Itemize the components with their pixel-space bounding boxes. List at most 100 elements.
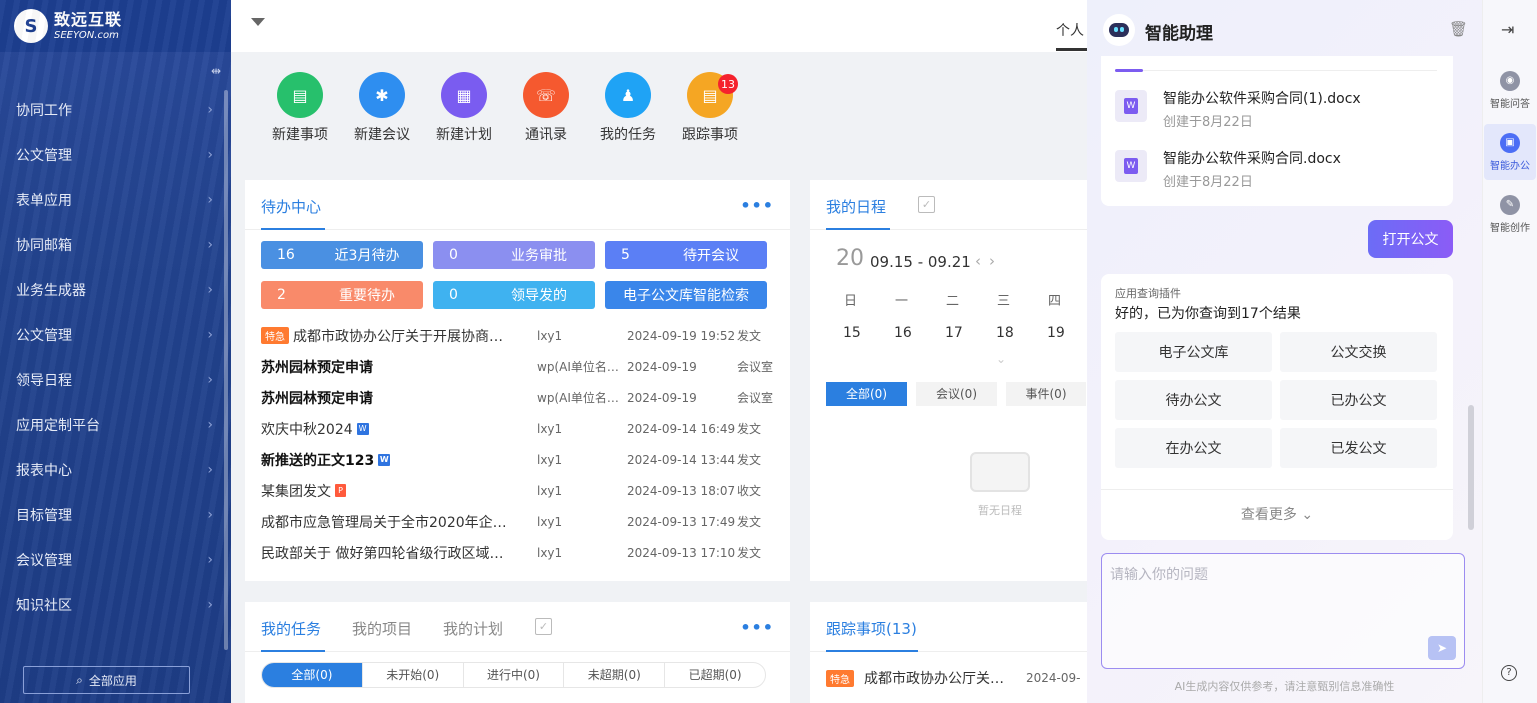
expand-chevron-icon[interactable]: ⌄ bbox=[996, 352, 1006, 366]
assistant-scrollbar[interactable] bbox=[1468, 405, 1474, 530]
todo-title[interactable]: 待办中心 bbox=[261, 196, 321, 217]
sidebar-item[interactable]: 公文管理 › bbox=[0, 313, 231, 357]
todo-row-author: wp(AI单位名… bbox=[537, 360, 619, 374]
todo-row[interactable]: 特急 成都市政协办公厅关于开展协商… lxy1 2024-09-19 19:52 发文 bbox=[261, 320, 781, 351]
task-filter[interactable]: 进行中(0) bbox=[462, 663, 564, 687]
schedule-filter[interactable]: 事件(0) bbox=[1006, 382, 1086, 406]
todo-row-title-cell: 苏州园林预定申请 bbox=[261, 357, 537, 377]
todo-filter-pill[interactable]: 0 业务审批 bbox=[433, 241, 595, 269]
task-filter[interactable]: 未开始(0) bbox=[361, 663, 463, 687]
sidebar-item[interactable]: 领导日程 › bbox=[0, 358, 231, 402]
rail-item[interactable]: ▣ 智能办公 bbox=[1484, 124, 1536, 180]
doc-name: 智能办公软件采购合同.docx bbox=[1163, 151, 1341, 167]
quick-action[interactable]: ▤ 跟踪事项 13 bbox=[670, 72, 750, 144]
send-icon[interactable]: ➤ bbox=[1428, 636, 1456, 660]
calendar-date[interactable]: 16 bbox=[894, 325, 912, 341]
tracking-row[interactable]: 特急 成都市政协办公厅关… 2024-09- bbox=[826, 668, 1080, 688]
quick-action[interactable]: ☏ 通讯录 bbox=[506, 72, 586, 144]
schedule-range: 09.15 - 09.21 bbox=[870, 253, 971, 271]
todo-row[interactable]: 新推送的正文123 Wlxy1 2024-09-14 13:44 发文 bbox=[261, 444, 781, 475]
app-option-button[interactable]: 已发公文 bbox=[1280, 428, 1437, 468]
question-input[interactable]: 请输入你的问题 ➤ bbox=[1101, 553, 1465, 669]
sidebar-item[interactable]: 表单应用 › bbox=[0, 178, 231, 222]
task-tab[interactable]: 我的计划 bbox=[443, 618, 503, 639]
quick-action[interactable]: ♟ 我的任务 bbox=[588, 72, 668, 144]
collapse-sidebar-icon[interactable]: ⇹ bbox=[211, 64, 221, 78]
task-filter[interactable]: 全部(0) bbox=[262, 663, 362, 687]
todo-row-author: lxy1 bbox=[537, 328, 563, 343]
app-option-button[interactable]: 已办公文 bbox=[1280, 380, 1437, 420]
sidebar-item[interactable]: 应用定制平台 › bbox=[0, 403, 231, 447]
calendar-date[interactable]: 17 bbox=[945, 325, 963, 341]
sidebar-item[interactable]: 目标管理 › bbox=[0, 493, 231, 537]
all-apps-button[interactable]: ⌕ 全部应用 bbox=[23, 666, 190, 694]
sidebar-item[interactable]: 知识社区 › bbox=[0, 583, 231, 627]
schedule-filter[interactable]: 全部(0) bbox=[826, 382, 907, 406]
todo-row-author: lxy1 bbox=[537, 514, 563, 529]
schedule-filter[interactable]: 会议(0) bbox=[916, 382, 997, 406]
app-option-button[interactable]: 在办公文 bbox=[1115, 428, 1272, 468]
sidebar-item[interactable]: 协同邮箱 › bbox=[0, 223, 231, 267]
next-week-icon[interactable]: › bbox=[989, 252, 995, 270]
more-icon[interactable]: ••• bbox=[740, 196, 774, 215]
todo-filter-pill[interactable]: 0 领导发的 bbox=[433, 281, 595, 309]
sidebar-item-label: 报表中心 bbox=[16, 463, 72, 479]
app-option-button[interactable]: 公文交换 bbox=[1280, 332, 1437, 372]
quick-action[interactable]: ✱ 新建会议 bbox=[342, 72, 422, 144]
todo-filter-pill[interactable]: 电子公文库智能检索 bbox=[605, 281, 767, 309]
sidebar-item[interactable]: 业务生成器 › bbox=[0, 268, 231, 312]
todo-row[interactable]: 民政部关于 做好第四轮省级行政区域… lxy1 2024-09-13 17:10 发文 bbox=[261, 537, 781, 568]
chevron-right-icon: › bbox=[207, 507, 213, 523]
calendar-date[interactable]: 18 bbox=[996, 325, 1014, 341]
todo-row[interactable]: 某集团发文 Plxy1 2024-09-13 18:07 收文 bbox=[261, 475, 781, 506]
schedule-title[interactable]: 我的日程 bbox=[826, 196, 886, 217]
pdf-icon: P bbox=[335, 484, 346, 497]
collapse-panel-icon[interactable]: ⇥ bbox=[1501, 20, 1514, 39]
calendar-date[interactable]: 15 bbox=[843, 325, 861, 341]
task-filter[interactable]: 未超期(0) bbox=[563, 663, 664, 687]
schedule-card: 我的日程 ✓ 20 09.15 - 09.21 ‹ › 日 15 一 16 二 17 三 18… bbox=[810, 180, 1087, 581]
sidebar-item[interactable]: 会议管理 › bbox=[0, 538, 231, 582]
calendar-date[interactable]: 19 bbox=[1047, 325, 1065, 341]
todo-row-type: 发文 bbox=[737, 515, 762, 529]
quick-action-label: 新建会议 bbox=[354, 127, 410, 143]
pill-count: 16 bbox=[277, 247, 295, 263]
sidebar-item[interactable]: 协同工作 › bbox=[0, 88, 231, 132]
sidebar-scrollbar[interactable] bbox=[224, 90, 228, 650]
sidebar-item[interactable]: 公文管理 › bbox=[0, 133, 231, 177]
sidebar-item-label: 会议管理 bbox=[16, 553, 72, 569]
dropdown-caret-icon[interactable] bbox=[251, 18, 265, 26]
more-icon[interactable]: ••• bbox=[740, 618, 774, 637]
rail-item[interactable]: ◉ 智能问答 bbox=[1484, 62, 1536, 118]
see-more-link[interactable]: 查看更多 ⌄ bbox=[1101, 504, 1453, 524]
checkbox-icon[interactable]: ✓ bbox=[535, 618, 552, 635]
sidebar-item[interactable]: 报表中心 › bbox=[0, 448, 231, 492]
app-option-button[interactable]: 电子公文库 bbox=[1115, 332, 1272, 372]
task-tab[interactable]: 我的项目 bbox=[352, 618, 412, 639]
todo-row[interactable]: 苏州园林预定申请 wp(AI单位名… 2024-09-19 会议室 bbox=[261, 382, 781, 413]
todo-row-title: 苏州园林预定申请 bbox=[261, 359, 373, 376]
tab-personal[interactable]: 个人 bbox=[1056, 20, 1084, 40]
todo-row[interactable]: 成都市应急管理局关于全市2020年企… lxy1 2024-09-13 17:49 发… bbox=[261, 506, 781, 537]
tracking-title[interactable]: 跟踪事项(13) bbox=[826, 618, 917, 639]
trash-icon[interactable]: 🗑 bbox=[1449, 20, 1468, 38]
rail-item[interactable]: ✎ 智能创作 bbox=[1484, 186, 1536, 242]
doc-result[interactable]: W 智能办公软件采购合同(1).docx 创建于8月22日 bbox=[1101, 80, 1421, 130]
prev-week-icon[interactable]: ‹ bbox=[975, 252, 981, 270]
todo-filter-pill[interactable]: 16 近3月待办 bbox=[261, 241, 423, 269]
doc-result[interactable]: W 智能办公软件采购合同.docx 创建于8月22日 bbox=[1101, 140, 1421, 190]
task-tab[interactable]: 我的任务 bbox=[261, 618, 321, 639]
app-option-button[interactable]: 待办公文 bbox=[1115, 380, 1272, 420]
quick-action[interactable]: ▦ 新建计划 bbox=[424, 72, 504, 144]
todo-filter-pill[interactable]: 5 待开会议 bbox=[605, 241, 767, 269]
todo-row-title: 某集团发文 bbox=[261, 483, 331, 500]
task-filter[interactable]: 已超期(0) bbox=[664, 663, 765, 687]
logo[interactable]: S 致远互联 SEEYON.com bbox=[0, 0, 231, 52]
todo-row[interactable]: 欢庆中秋2024 Wlxy1 2024-09-14 16:49 发文 bbox=[261, 413, 781, 444]
todo-filter-pill[interactable]: 2 重要待办 bbox=[261, 281, 423, 309]
checkbox-icon[interactable]: ✓ bbox=[918, 196, 935, 213]
help-icon[interactable]: ? bbox=[1501, 665, 1517, 681]
todo-row-title: 民政部关于 做好第四轮省级行政区域… bbox=[261, 545, 504, 562]
todo-row[interactable]: 苏州园林预定申请 wp(AI单位名… 2024-09-19 会议室 bbox=[261, 351, 781, 382]
quick-action[interactable]: ▤ 新建事项 bbox=[260, 72, 340, 144]
